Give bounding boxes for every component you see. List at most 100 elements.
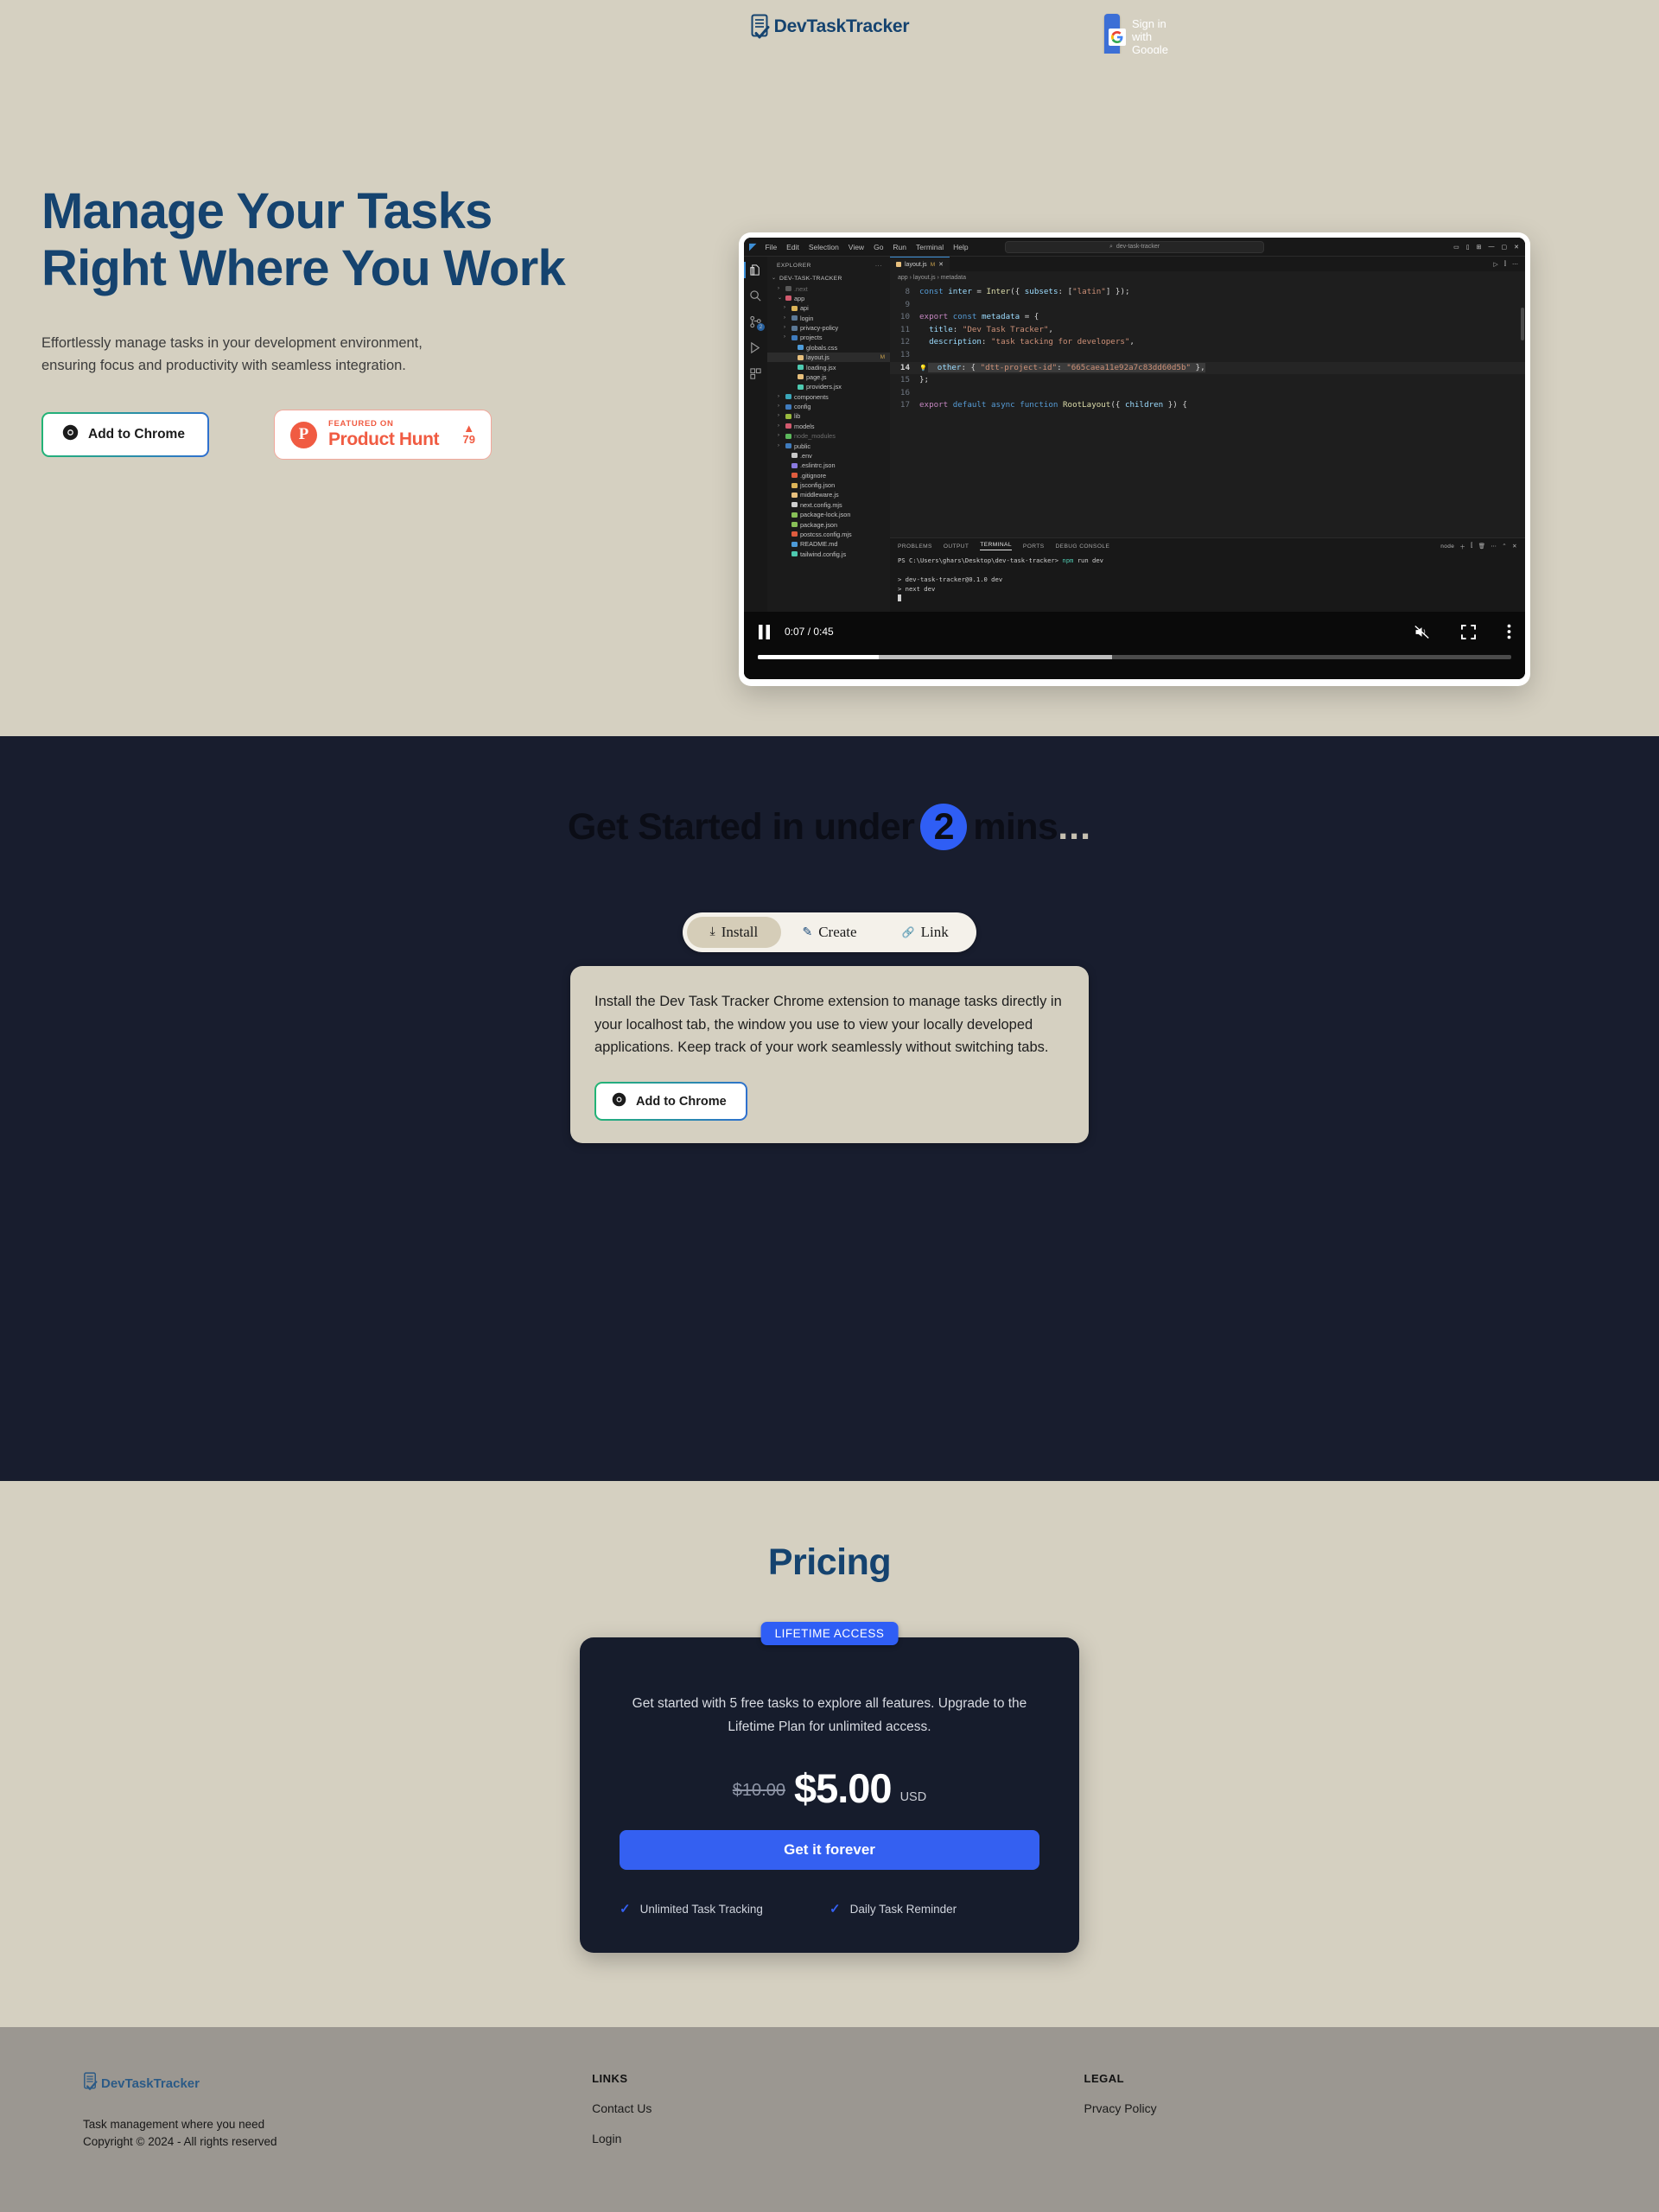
- tree-item-next-config-mjs[interactable]: next.config.mjs: [767, 500, 890, 510]
- footer-brand-link[interactable]: DevTaskTracker: [83, 2072, 592, 2095]
- brand-logo-link[interactable]: DevTaskTracker: [750, 14, 910, 40]
- tree-item-providers-jsx[interactable]: providers.jsx: [767, 382, 890, 391]
- layout-icon-1[interactable]: ▭: [1453, 244, 1459, 251]
- panel-tabbar: PROBLEMS OUTPUT TERMINAL PORTS DEBUG CON…: [890, 538, 1525, 553]
- file-type-icon: [798, 365, 804, 371]
- panel-tab-debug-console[interactable]: DEBUG CONSOLE: [1056, 543, 1110, 550]
- terminal-line: PS C:\Users\ghars\Desktop\dev-task-track…: [898, 556, 1104, 564]
- menu-help[interactable]: Help: [953, 243, 968, 251]
- more-actions-icon[interactable]: ⋯: [1512, 261, 1518, 268]
- menu-run[interactable]: Run: [893, 243, 906, 251]
- run-icon[interactable]: ▷: [1493, 261, 1497, 268]
- demo-video[interactable]: ◤ File Edit Selection View Go Run Termin…: [744, 238, 1525, 679]
- tree-item-models[interactable]: › models: [767, 422, 890, 431]
- editor-tab-layout-js[interactable]: layout.js M ✕: [890, 257, 950, 271]
- mute-icon[interactable]: [1414, 625, 1430, 639]
- tree-item-login[interactable]: › login: [767, 314, 890, 323]
- tree-item-page-js[interactable]: page.js: [767, 372, 890, 382]
- panel-tab-problems[interactable]: PROBLEMS: [898, 543, 932, 550]
- tree-item-tailwind-config-js[interactable]: tailwind.config.js: [767, 550, 890, 559]
- source-control-icon[interactable]: 2: [749, 315, 765, 331]
- panel-collapse-icon[interactable]: ⌃: [1502, 543, 1507, 550]
- tree-item-jsconfig-json[interactable]: jsconfig.json: [767, 480, 890, 490]
- footer-link-privacy-policy[interactable]: Prvacy Policy: [1084, 2101, 1576, 2115]
- tree-item-components[interactable]: › components: [767, 392, 890, 402]
- menu-selection[interactable]: Selection: [809, 243, 839, 251]
- tree-root[interactable]: ⌄ DEV-TASK-TRACKER: [767, 274, 890, 283]
- code-token: }) {: [1163, 400, 1187, 410]
- panel-add-to-chrome-button[interactable]: Add to Chrome: [594, 1082, 747, 1121]
- tab-create[interactable]: ✎ Create: [783, 917, 877, 948]
- minimize-icon[interactable]: —: [1489, 244, 1495, 251]
- explorer-icon[interactable]: [744, 262, 762, 278]
- product-hunt-badge[interactable]: P FEATURED ON Product Hunt ▲ 79: [273, 410, 492, 461]
- panel-more-icon[interactable]: ⋯: [1491, 543, 1497, 550]
- panel-tab-output[interactable]: OUTPUT: [944, 543, 969, 550]
- panel-close-icon[interactable]: ✕: [1512, 543, 1517, 550]
- tree-item--gitignore[interactable]: .gitignore: [767, 471, 890, 480]
- tree-item-middleware-js[interactable]: middleware.js: [767, 490, 890, 499]
- tree-item-node-modules[interactable]: › node_modules: [767, 431, 890, 441]
- menu-terminal[interactable]: Terminal: [916, 243, 944, 251]
- layout-icon-2[interactable]: ▯: [1466, 244, 1470, 251]
- tree-item-package-json[interactable]: package.json: [767, 519, 890, 529]
- editor-scrollbar[interactable]: [1521, 308, 1524, 340]
- extensions-icon[interactable]: [749, 367, 762, 380]
- tree-item--eslintrc-json[interactable]: .eslintrc.json: [767, 461, 890, 470]
- run-debug-icon[interactable]: [749, 341, 762, 354]
- menu-file[interactable]: File: [765, 243, 777, 251]
- pause-button[interactable]: [758, 624, 771, 639]
- menu-go[interactable]: Go: [874, 243, 883, 251]
- menu-edit[interactable]: Edit: [786, 243, 799, 251]
- maximize-icon[interactable]: ▢: [1502, 244, 1508, 251]
- code-editor[interactable]: 8 const inter = Inter({ subsets: ["latin"…: [890, 283, 1525, 537]
- explorer-more-icon[interactable]: ···: [875, 263, 882, 269]
- tree-item-package-lock-json[interactable]: package-lock.json: [767, 510, 890, 519]
- tree-item-config[interactable]: › config: [767, 402, 890, 411]
- get-it-forever-button[interactable]: Get it forever: [620, 1830, 1039, 1871]
- tree-item-layout-js[interactable]: layout.js M: [767, 353, 890, 363]
- split-editor-icon[interactable]: ⫿: [1504, 261, 1506, 268]
- panel-tab-ports[interactable]: PORTS: [1023, 543, 1045, 550]
- tree-item-app[interactable]: ⌄ app: [767, 294, 890, 303]
- code-token: children: [1124, 400, 1164, 410]
- tree-item-lib[interactable]: › lib: [767, 411, 890, 421]
- video-controls-row: 0:07 / 0:45: [744, 612, 1525, 652]
- vscode-command-search[interactable]: ⌕ dev-task-tracker: [1005, 240, 1264, 253]
- tree-item-privacy-policy[interactable]: › privacy-policy: [767, 323, 890, 333]
- tree-item-api[interactable]: › api: [767, 303, 890, 313]
- tree-item-label: .gitignore: [800, 471, 827, 480]
- tree-item-postcss-config-mjs[interactable]: postcss.config.mjs: [767, 530, 890, 539]
- new-terminal-icon[interactable]: ＋: [1459, 542, 1465, 550]
- line-number: 15: [899, 375, 910, 385]
- code-token: :: [981, 337, 991, 347]
- panel-tab-terminal[interactable]: TERMINAL: [980, 542, 1012, 550]
- search-icon[interactable]: [749, 289, 762, 302]
- split-terminal-icon[interactable]: ⫿: [1471, 543, 1472, 550]
- more-options-icon[interactable]: [1507, 624, 1511, 639]
- terminal-output[interactable]: PS C:\Users\ghars\Desktop\dev-task-track…: [890, 553, 1525, 606]
- layout-icon-3[interactable]: ⊞: [1477, 244, 1482, 251]
- tree-item-public[interactable]: › public: [767, 441, 890, 450]
- code-line: 12 description: "task tacking for develo…: [890, 336, 1525, 349]
- tree-item-globals-css[interactable]: globals.css: [767, 343, 890, 353]
- footer-link-login[interactable]: Login: [592, 2132, 1084, 2145]
- add-to-chrome-button[interactable]: Add to Chrome: [41, 412, 209, 457]
- tab-install[interactable]: ⤓ Install: [687, 917, 781, 948]
- code-token: ,: [1129, 337, 1135, 347]
- tree-item-readme-md[interactable]: README.md: [767, 539, 890, 549]
- fullscreen-icon[interactable]: [1461, 624, 1476, 639]
- editor-tab-close-icon[interactable]: ✕: [938, 261, 944, 268]
- tree-item--next[interactable]: › .next: [767, 283, 890, 293]
- footer-link-contact-us[interactable]: Contact Us: [592, 2101, 1084, 2115]
- product-hunt-text: FEATURED ON Product Hunt: [328, 419, 452, 450]
- tree-item-projects[interactable]: › projects: [767, 333, 890, 342]
- tree-item--env[interactable]: .env: [767, 451, 890, 461]
- kill-terminal-icon[interactable]: 🗑: [1478, 543, 1486, 550]
- tree-item-loading-jsx[interactable]: loading.jsx: [767, 362, 890, 372]
- tab-link[interactable]: 🔗 Link: [878, 917, 972, 948]
- video-progress-bar[interactable]: [758, 655, 1511, 659]
- close-icon[interactable]: ✕: [1514, 244, 1519, 251]
- lightbulb-icon[interactable]: 💡: [919, 365, 927, 372]
- menu-view[interactable]: View: [849, 243, 864, 251]
